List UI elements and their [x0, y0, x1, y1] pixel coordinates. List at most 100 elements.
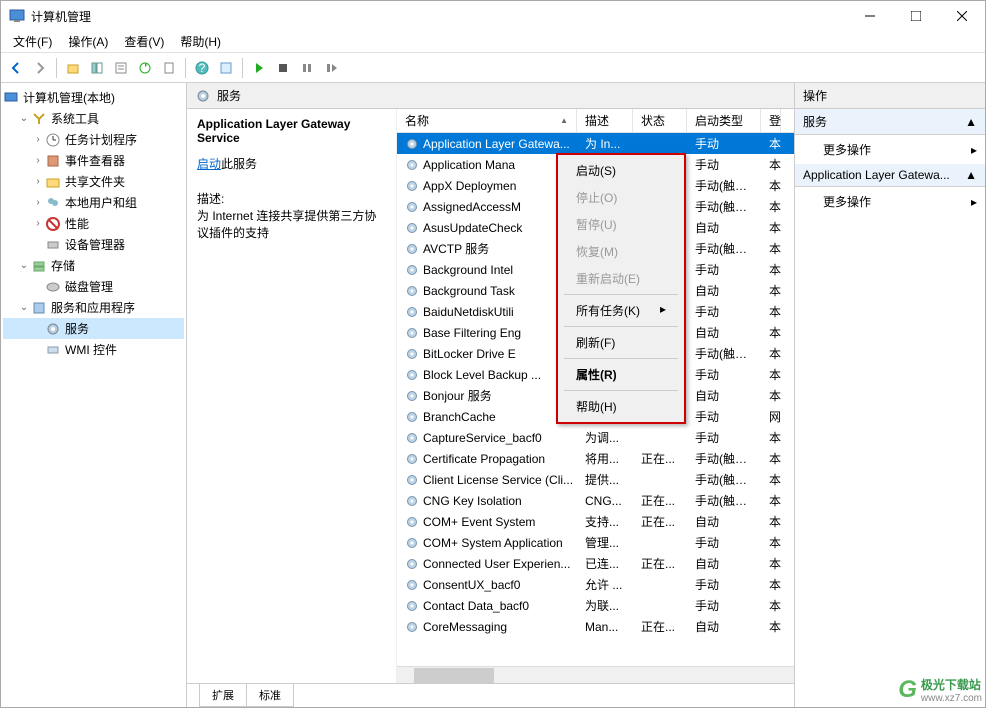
- watermark-text: 极光下载站: [921, 676, 982, 693]
- service-row[interactable]: CoreMessagingMan...正在...自动本: [397, 616, 794, 637]
- tree-performance[interactable]: ›性能: [3, 213, 184, 234]
- col-logon[interactable]: 登: [761, 109, 781, 132]
- expand-icon[interactable]: ›: [31, 155, 45, 166]
- service-desc-cell: Man...: [577, 620, 633, 634]
- ctx-start[interactable]: 启动(S): [560, 157, 682, 184]
- gear-icon: [405, 137, 419, 151]
- gear-icon: [405, 305, 419, 319]
- maximize-button[interactable]: [893, 1, 939, 31]
- tree-wmi[interactable]: WMI 控件: [3, 339, 184, 360]
- event-icon: [45, 153, 61, 169]
- minimize-button[interactable]: [847, 1, 893, 31]
- service-start-cell: 自动: [687, 324, 761, 341]
- expand-icon[interactable]: ›: [31, 176, 45, 187]
- service-logon-cell: 本: [761, 576, 781, 593]
- menu-file[interactable]: 文件(F): [5, 31, 60, 52]
- tree-services[interactable]: 服务: [3, 318, 184, 339]
- ctx-all-tasks[interactable]: 所有任务(K)▸: [560, 297, 682, 324]
- view-button[interactable]: [215, 57, 237, 79]
- actions-section-services[interactable]: 服务▲: [795, 109, 985, 135]
- service-name-cell: CaptureService_bacf0: [423, 431, 542, 445]
- tree-local-users[interactable]: ›本地用户和组: [3, 192, 184, 213]
- service-row[interactable]: Certificate Propagation将用...正在...手动(触发..…: [397, 448, 794, 469]
- tree-shared-folders[interactable]: ›共享文件夹: [3, 171, 184, 192]
- users-icon: [45, 195, 61, 211]
- service-name-cell: CoreMessaging: [423, 620, 507, 634]
- tab-extended[interactable]: 扩展: [199, 684, 247, 707]
- forward-button[interactable]: [29, 57, 51, 79]
- tree-disk-management[interactable]: 磁盘管理: [3, 276, 184, 297]
- show-hide-button[interactable]: [86, 57, 108, 79]
- tree-panel[interactable]: 计算机管理(本地) ⌄系统工具 ›任务计划程序 ›事件查看器 ›共享文件夹 ›本…: [1, 83, 187, 707]
- service-row[interactable]: COM+ Event System支持...正在...自动本: [397, 511, 794, 532]
- actions-more1[interactable]: 更多操作▸: [795, 135, 985, 164]
- restart-button[interactable]: [320, 57, 342, 79]
- ctx-properties[interactable]: 属性(R): [560, 361, 682, 388]
- export-button[interactable]: [158, 57, 180, 79]
- collapse-icon[interactable]: ⌄: [17, 260, 31, 271]
- col-start[interactable]: 启动类型: [687, 109, 761, 132]
- properties-button[interactable]: [110, 57, 132, 79]
- service-name-cell: AsusUpdateCheck: [423, 221, 522, 235]
- service-name-cell: AVCTP 服务: [423, 240, 489, 257]
- service-row[interactable]: CaptureService_bacf0为调...手动本: [397, 427, 794, 448]
- start-link[interactable]: 启动: [197, 157, 221, 171]
- tree-services-apps[interactable]: ⌄服务和应用程序: [3, 297, 184, 318]
- menu-view[interactable]: 查看(V): [116, 31, 172, 52]
- tree-event-viewer[interactable]: ›事件查看器: [3, 150, 184, 171]
- ctx-stop: 停止(O): [560, 184, 682, 211]
- collapse-icon[interactable]: ⌄: [17, 113, 31, 124]
- service-name-cell: BitLocker Drive E: [423, 347, 516, 361]
- tree-system-tools[interactable]: ⌄系统工具: [3, 108, 184, 129]
- tree-root[interactable]: 计算机管理(本地): [3, 87, 184, 108]
- service-start-cell: 手动(触发...: [687, 198, 761, 215]
- ctx-help[interactable]: 帮助(H): [560, 393, 682, 420]
- service-row[interactable]: COM+ System Application管理...手动本: [397, 532, 794, 553]
- col-status[interactable]: 状态: [633, 109, 687, 132]
- service-row[interactable]: Connected User Experien...已连...正在...自动本: [397, 553, 794, 574]
- service-row[interactable]: Contact Data_bacf0为联...手动本: [397, 595, 794, 616]
- tree-device-manager[interactable]: 设备管理器: [3, 234, 184, 255]
- service-logon-cell: 本: [761, 240, 781, 257]
- back-button[interactable]: [5, 57, 27, 79]
- ctx-refresh[interactable]: 刷新(F): [560, 329, 682, 356]
- main-body: Application Layer Gateway Service 启动此服务 …: [187, 109, 794, 683]
- service-row[interactable]: Client License Service (Cli...提供...手动(触发…: [397, 469, 794, 490]
- gear-icon: [405, 410, 419, 424]
- sort-asc-icon: ▲: [560, 116, 568, 125]
- collapse-icon[interactable]: ⌄: [17, 302, 31, 313]
- gear-icon: [405, 494, 419, 508]
- col-desc[interactable]: 描述: [577, 109, 633, 132]
- service-row[interactable]: CNG Key IsolationCNG...正在...手动(触发...本: [397, 490, 794, 511]
- actions-more2[interactable]: 更多操作▸: [795, 187, 985, 216]
- collapse-icon: ▲: [965, 115, 977, 129]
- service-name-cell: Contact Data_bacf0: [423, 599, 529, 613]
- col-name[interactable]: 名称▲: [397, 109, 577, 132]
- service-start-cell: 自动: [687, 618, 761, 635]
- tree-storage[interactable]: ⌄存储: [3, 255, 184, 276]
- menu-help[interactable]: 帮助(H): [172, 31, 229, 52]
- stop-button[interactable]: [272, 57, 294, 79]
- chevron-right-icon: ▸: [660, 302, 666, 319]
- refresh-button[interactable]: [134, 57, 156, 79]
- help-button[interactable]: ?: [191, 57, 213, 79]
- horizontal-scrollbar[interactable]: [397, 666, 794, 683]
- separator: [56, 58, 57, 78]
- service-row[interactable]: ConsentUX_bacf0允许 ...手动本: [397, 574, 794, 595]
- close-button[interactable]: [939, 1, 985, 31]
- tree-task-scheduler[interactable]: ›任务计划程序: [3, 129, 184, 150]
- gear-icon: [405, 326, 419, 340]
- expand-icon[interactable]: ›: [31, 197, 45, 208]
- actions-section-selected[interactable]: Application Layer Gatewa...▲: [795, 164, 985, 187]
- service-row[interactable]: Application Layer Gatewa...为 In...手动本: [397, 133, 794, 154]
- up-button[interactable]: [62, 57, 84, 79]
- menu-action[interactable]: 操作(A): [60, 31, 116, 52]
- tab-standard[interactable]: 标准: [246, 684, 294, 707]
- watermark-url: www.xz7.com: [921, 693, 982, 704]
- service-logon-cell: 本: [761, 429, 781, 446]
- services-icon: [31, 300, 47, 316]
- expand-icon[interactable]: ›: [31, 134, 45, 145]
- play-button[interactable]: [248, 57, 270, 79]
- pause-button[interactable]: [296, 57, 318, 79]
- service-name-cell: ConsentUX_bacf0: [423, 578, 520, 592]
